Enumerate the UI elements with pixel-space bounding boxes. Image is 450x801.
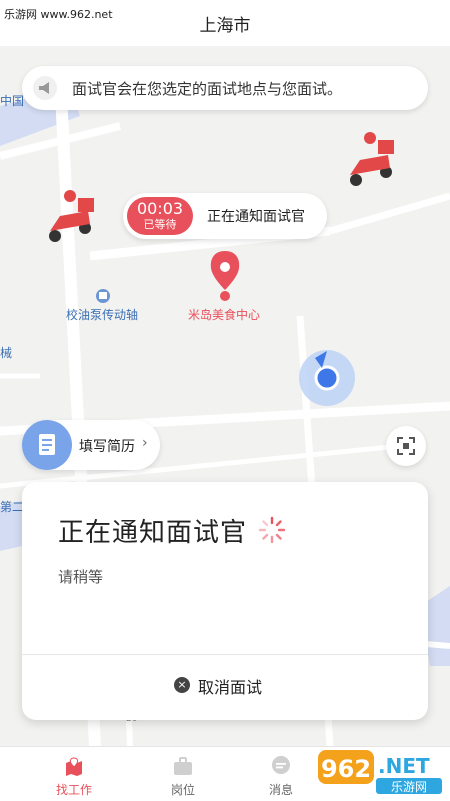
briefcase-icon <box>174 757 192 775</box>
status-bubble: 00:03 已等待 正在通知面试官 <box>123 193 327 239</box>
wait-timer: 00:03 已等待 <box>127 197 193 235</box>
map-label: 中国 <box>0 94 25 108</box>
tab-find-job[interactable]: 找工作 <box>29 747 119 801</box>
map-label: 第二 <box>0 500 25 514</box>
resume-icon <box>22 420 72 470</box>
cancel-label: 取消面试 <box>198 678 263 697</box>
status-text: 正在通知面试官 <box>207 209 305 225</box>
tab-label: 消息 <box>268 783 293 797</box>
fill-resume-button[interactable]: 填写简历 › <box>22 420 160 470</box>
scooter-rider-icon <box>350 132 394 186</box>
megaphone-icon <box>33 76 57 100</box>
timer-caption: 已等待 <box>143 218 177 231</box>
resume-label: 填写简历 <box>79 439 135 455</box>
poi-label-main[interactable]: 米岛美食中心 <box>188 306 260 323</box>
cancel-interview-button[interactable]: × 取消面试 <box>22 654 428 720</box>
loading-spinner-icon <box>258 516 286 544</box>
watermark-suffix: .NET <box>378 754 430 778</box>
tab-label: 找工作 <box>55 783 92 797</box>
scan-icon <box>397 437 415 455</box>
notice-text: 面试官会在您选定的面试地点与您面试。 <box>72 80 343 98</box>
notice-bar: 面试官会在您选定的面试地点与您面试。 <box>22 66 428 110</box>
map-label: 械 <box>0 346 13 360</box>
watermark-sub: 乐游网 <box>391 780 427 794</box>
tab-label: 岗位 <box>170 783 195 797</box>
chat-icon <box>272 756 290 774</box>
chevron-right-icon: › <box>142 435 148 451</box>
map-pin-icon <box>66 757 82 776</box>
notify-card: 正在通知面试官 请稍等 × 取消面试 <box>22 482 428 720</box>
close-icon: × <box>174 677 190 693</box>
poi-label-bus[interactable]: 校油泵传动轴 <box>66 306 138 323</box>
scan-button[interactable] <box>386 426 426 466</box>
card-title: 正在通知面试官 <box>58 518 248 548</box>
tab-positions[interactable]: 岗位 <box>138 747 228 801</box>
tab-messages[interactable]: 消息 <box>236 747 326 801</box>
watermark-brand: 962 <box>321 755 371 783</box>
watermark-text: 乐游网 www.962.net <box>4 8 113 21</box>
timer-value: 00:03 <box>136 199 184 218</box>
card-subtitle: 请稍等 <box>58 568 104 586</box>
watermark-logo: 962 .NET 乐游网 <box>318 750 442 794</box>
